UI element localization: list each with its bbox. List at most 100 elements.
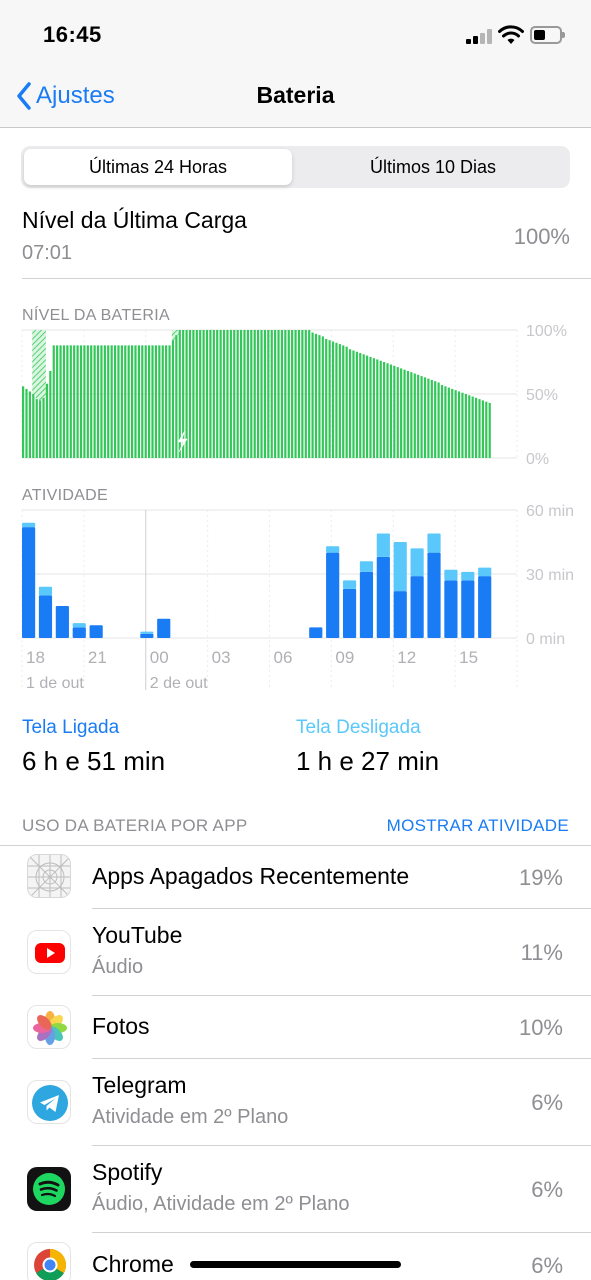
app-row-telegram[interactable]: Telegram Atividade em 2º Plano 6% (0, 1059, 591, 1145)
battery-status-icon (530, 26, 565, 44)
battery-bar (454, 390, 457, 458)
photos-icon (27, 1005, 71, 1049)
battery-bar (417, 374, 420, 458)
battery-bar (440, 385, 444, 458)
battery-bar (485, 401, 488, 458)
x-tick-label: 06 (274, 648, 293, 667)
battery-bar (253, 330, 256, 458)
app-row-chrome[interactable]: Chrome 6% (0, 1233, 591, 1280)
screen-off-bar (326, 546, 340, 553)
battery-bar (100, 345, 103, 458)
battery-bar (372, 358, 376, 458)
screen-on-bar (72, 627, 86, 638)
screen-on-bar (393, 591, 407, 638)
x-tick-label: 18 (26, 648, 45, 667)
app-name: Telegram (92, 1072, 187, 1098)
charging-hatch (32, 330, 36, 394)
battery-bar (243, 330, 246, 458)
battery-bar (188, 330, 192, 458)
battery-bar (434, 381, 437, 458)
battery-bar (76, 345, 79, 458)
battery-bar (410, 372, 413, 458)
screen-off-bar (478, 567, 492, 577)
y-tick-label: 60 min (526, 503, 574, 520)
screen-on-bar (461, 580, 475, 638)
screen-on-bar (22, 527, 36, 638)
battery-bar (423, 377, 427, 458)
screen-on-bar (427, 552, 441, 638)
home-indicator[interactable] (190, 1261, 401, 1268)
telegram-icon (27, 1080, 71, 1124)
segment-last-24-hours[interactable]: Últimas 24 Horas (24, 149, 292, 185)
screen-on-bar (444, 580, 458, 638)
app-percent: 6% (531, 1253, 563, 1278)
activity-chart: 60 min 30 min 0 min 18 21 00 03 06 09 12 15 1 de ou… (21, 503, 574, 692)
battery-bar (451, 388, 454, 458)
battery-bar (236, 330, 239, 458)
battery-bar (117, 345, 120, 458)
y-tick-label: 50% (526, 387, 558, 404)
battery-bar (471, 396, 474, 458)
app-percent: 10% (518, 1015, 563, 1040)
battery-bar (158, 345, 161, 458)
screen-off-bar (427, 533, 441, 553)
screen-on-bar (359, 571, 374, 638)
app-subtitle: Áudio, Atividade em 2º Plano (92, 1193, 350, 1215)
app-row-youtube[interactable]: YouTube Áudio 11% (0, 909, 591, 995)
battery-bar (199, 330, 202, 458)
battery-bar (154, 345, 158, 458)
charging-hatch (42, 330, 46, 398)
y-tick-label: 0 min (526, 631, 565, 648)
x-tick-label: 00 (150, 648, 169, 667)
wifi-icon (498, 25, 524, 44)
app-row-deleted-apps[interactable]: Apps Apagados Recentemente 19% (0, 846, 591, 908)
battery-bar (212, 330, 215, 458)
battery-bar (314, 333, 318, 458)
app-percent: 11% (520, 940, 563, 965)
battery-bar (103, 345, 106, 458)
time-range-segmented-control: Últimas 24 Horas Últimos 10 Dias (21, 146, 570, 188)
date-label: 1 de out (26, 675, 84, 692)
navigation-bar: Ajustes Bateria (0, 70, 591, 128)
battery-bar (464, 394, 467, 458)
status-bar: 16:45 (0, 0, 591, 70)
battery-bar (284, 330, 287, 458)
battery-bar (209, 330, 212, 458)
battery-bar (311, 332, 314, 458)
battery-bar (478, 399, 481, 458)
battery-bar (488, 402, 491, 458)
battery-level-chart: 100% 50% 0% (21, 323, 567, 468)
battery-bar (369, 356, 372, 458)
battery-bar (195, 330, 198, 458)
battery-bar (120, 345, 123, 458)
screen-off-bar (22, 522, 36, 528)
battery-bar (39, 400, 42, 458)
battery-bar (365, 355, 369, 458)
battery-bar (383, 362, 386, 458)
app-row-spotify[interactable]: Spotify Áudio, Atividade em 2º Plano 6% (0, 1146, 591, 1232)
page-title: Bateria (256, 82, 335, 108)
screen-off-bar (342, 580, 357, 589)
battery-bar (90, 345, 93, 458)
screen-on-label: Tela Ligada (22, 717, 120, 738)
screen-off-bar (410, 548, 424, 577)
battery-bar (161, 345, 164, 458)
app-row-photos[interactable]: Fotos 10% (0, 996, 591, 1058)
battery-bar (294, 330, 297, 458)
screen-off-bar (140, 631, 154, 634)
show-activity-button[interactable]: MOSTRAR ATIVIDADE (387, 816, 569, 836)
battery-bar (342, 345, 345, 458)
segment-last-10-days[interactable]: Últimos 10 Dias (299, 149, 567, 185)
battery-bar (144, 345, 147, 458)
screen-on-bar (478, 576, 492, 638)
battery-bar (83, 345, 86, 458)
battery-bar (413, 373, 416, 458)
battery-bar (393, 365, 396, 458)
battery-bar (257, 330, 260, 458)
battery-bar (246, 330, 249, 458)
app-name: YouTube (92, 922, 183, 948)
date-label: 2 de out (150, 675, 208, 692)
app-subtitle: Atividade em 2º Plano (92, 1106, 289, 1128)
battery-bar (406, 370, 410, 458)
app-name: Apps Apagados Recentemente (92, 863, 410, 889)
